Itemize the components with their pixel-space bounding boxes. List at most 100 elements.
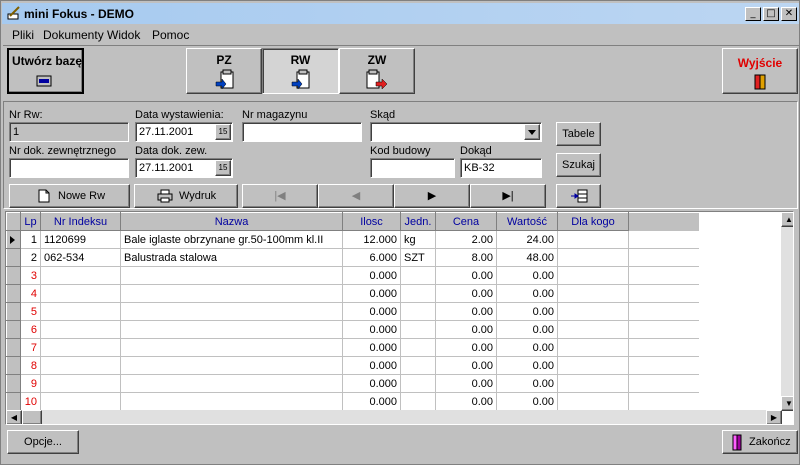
cell-dla-kogo[interactable]: [557, 320, 629, 339]
cell-cena[interactable]: 0.00: [435, 320, 497, 339]
nr-dok-zew-field[interactable]: [9, 158, 129, 178]
cell-dla-kogo[interactable]: [557, 338, 629, 357]
prev-record-button[interactable]: ◀: [318, 184, 394, 208]
cell-dla-kogo[interactable]: [557, 356, 629, 375]
skad-select[interactable]: [370, 122, 542, 142]
cell-lp[interactable]: 3: [20, 266, 41, 285]
create-db-button[interactable]: Utwórz bazę: [7, 48, 84, 94]
scroll-down-icon[interactable]: ▼: [781, 396, 793, 411]
horizontal-scrollbar[interactable]: ◀ ▶: [6, 410, 782, 424]
menu-dokumenty[interactable]: Dokumenty: [43, 28, 104, 42]
cell-ilosc[interactable]: 0.000: [342, 338, 401, 357]
table-row[interactable]: 6 0.000 0.00 0.00: [6, 320, 699, 339]
cell-jedn[interactable]: [400, 356, 436, 375]
calendar-icon[interactable]: 15: [215, 124, 231, 140]
cell-wartosc[interactable]: 0.00: [496, 356, 558, 375]
cell-wartosc[interactable]: 0.00: [496, 320, 558, 339]
cell-wartosc[interactable]: 48.00: [496, 248, 558, 267]
cell-nazwa[interactable]: [120, 320, 343, 339]
cell-nr-indeksu[interactable]: [40, 338, 121, 357]
calendar-icon[interactable]: 15: [215, 160, 231, 176]
cell-lp[interactable]: 7: [20, 338, 41, 357]
cell-jedn[interactable]: [400, 374, 436, 393]
scroll-right-icon[interactable]: ▶: [766, 410, 782, 424]
row-indicator[interactable]: [6, 248, 21, 267]
menu-pomoc[interactable]: Pomoc: [152, 28, 189, 42]
print-button[interactable]: Wydruk: [134, 184, 238, 208]
cell-lp[interactable]: 2: [20, 248, 41, 267]
title-bar[interactable]: mini Fokus - DEMO _ □ ✕: [2, 3, 799, 24]
col-header-nazwa[interactable]: Nazwa: [120, 212, 343, 231]
next-record-button[interactable]: ▶: [394, 184, 470, 208]
table-row[interactable]: 5 0.000 0.00 0.00: [6, 302, 699, 321]
scroll-left-icon[interactable]: ◀: [6, 410, 22, 424]
vertical-scrollbar[interactable]: ▲ ▼: [781, 212, 793, 411]
cell-dla-kogo[interactable]: [557, 230, 629, 249]
scroll-up-icon[interactable]: ▲: [781, 212, 793, 227]
pz-button[interactable]: PZ: [186, 48, 262, 94]
cell-nr-indeksu[interactable]: [40, 392, 121, 411]
dokad-field[interactable]: KB-32: [460, 158, 542, 178]
table-row[interactable]: 1 1120699 Bale iglaste obrzynane gr.50-100…: [6, 230, 699, 249]
cell-lp[interactable]: 6: [20, 320, 41, 339]
cell-nr-indeksu[interactable]: [40, 320, 121, 339]
cell-dla-kogo[interactable]: [557, 302, 629, 321]
cell-ilosc[interactable]: 0.000: [342, 284, 401, 303]
table-row[interactable]: 3 0.000 0.00 0.00: [6, 266, 699, 285]
cell-lp[interactable]: 4: [20, 284, 41, 303]
cell-nr-indeksu[interactable]: [40, 302, 121, 321]
cell-ilosc[interactable]: 0.000: [342, 392, 401, 411]
scroll-thumb[interactable]: [22, 410, 42, 424]
cell-cena[interactable]: 0.00: [435, 392, 497, 411]
chevron-down-icon[interactable]: [524, 124, 540, 140]
new-rw-button[interactable]: Nowe Rw: [9, 184, 130, 208]
cell-dla-kogo[interactable]: [557, 374, 629, 393]
cell-nazwa[interactable]: [120, 284, 343, 303]
cell-ilosc[interactable]: 0.000: [342, 356, 401, 375]
table-row[interactable]: 8 0.000 0.00 0.00: [6, 356, 699, 375]
cell-wartosc[interactable]: 0.00: [496, 302, 558, 321]
cell-dla-kogo[interactable]: [557, 248, 629, 267]
cell-cena[interactable]: 2.00: [435, 230, 497, 249]
cell-cena[interactable]: 0.00: [435, 284, 497, 303]
rw-button[interactable]: RW: [262, 48, 339, 94]
cell-nazwa[interactable]: [120, 338, 343, 357]
cell-nazwa[interactable]: [120, 392, 343, 411]
cell-nr-indeksu[interactable]: 062-534: [40, 248, 121, 267]
row-indicator[interactable]: [6, 338, 21, 357]
col-header-ilosc[interactable]: Ilosc: [342, 212, 401, 231]
cell-nr-indeksu[interactable]: 1120699: [40, 230, 121, 249]
cell-nr-indeksu[interactable]: [40, 356, 121, 375]
cell-cena[interactable]: 0.00: [435, 356, 497, 375]
cell-lp[interactable]: 10: [20, 392, 41, 411]
cell-cena[interactable]: 0.00: [435, 266, 497, 285]
cell-wartosc[interactable]: 0.00: [496, 392, 558, 411]
cell-ilosc[interactable]: 0.000: [342, 266, 401, 285]
cell-nazwa[interactable]: Balustrada stalowa: [120, 248, 343, 267]
cell-dla-kogo[interactable]: [557, 266, 629, 285]
cell-wartosc[interactable]: 0.00: [496, 374, 558, 393]
cell-jedn[interactable]: [400, 320, 436, 339]
first-record-button[interactable]: |◀: [242, 184, 318, 208]
options-button[interactable]: Opcje...: [7, 430, 79, 454]
table-row[interactable]: 2 062-534 Balustrada stalowa 6.000 SZT 8.00 48…: [6, 248, 699, 267]
cell-nr-indeksu[interactable]: [40, 374, 121, 393]
cell-ilosc[interactable]: 0.000: [342, 302, 401, 321]
row-indicator[interactable]: [6, 320, 21, 339]
cell-wartosc[interactable]: 0.00: [496, 266, 558, 285]
cell-jedn[interactable]: [400, 302, 436, 321]
row-indicator[interactable]: [6, 284, 21, 303]
cell-jedn[interactable]: [400, 284, 436, 303]
tabele-button[interactable]: Tabele: [556, 122, 601, 146]
table-row[interactable]: 7 0.000 0.00 0.00: [6, 338, 699, 357]
table-row[interactable]: 4 0.000 0.00 0.00: [6, 284, 699, 303]
last-record-button[interactable]: ▶|: [470, 184, 546, 208]
column-settings-button[interactable]: [556, 184, 601, 208]
col-header-dla-kogo[interactable]: Dla kogo: [557, 212, 629, 231]
cell-wartosc[interactable]: 24.00: [496, 230, 558, 249]
cell-wartosc[interactable]: 0.00: [496, 284, 558, 303]
zakoncz-button[interactable]: Zakończ: [722, 430, 798, 454]
cell-nazwa[interactable]: [120, 266, 343, 285]
minimize-button[interactable]: _: [745, 7, 761, 21]
cell-cena[interactable]: 0.00: [435, 338, 497, 357]
